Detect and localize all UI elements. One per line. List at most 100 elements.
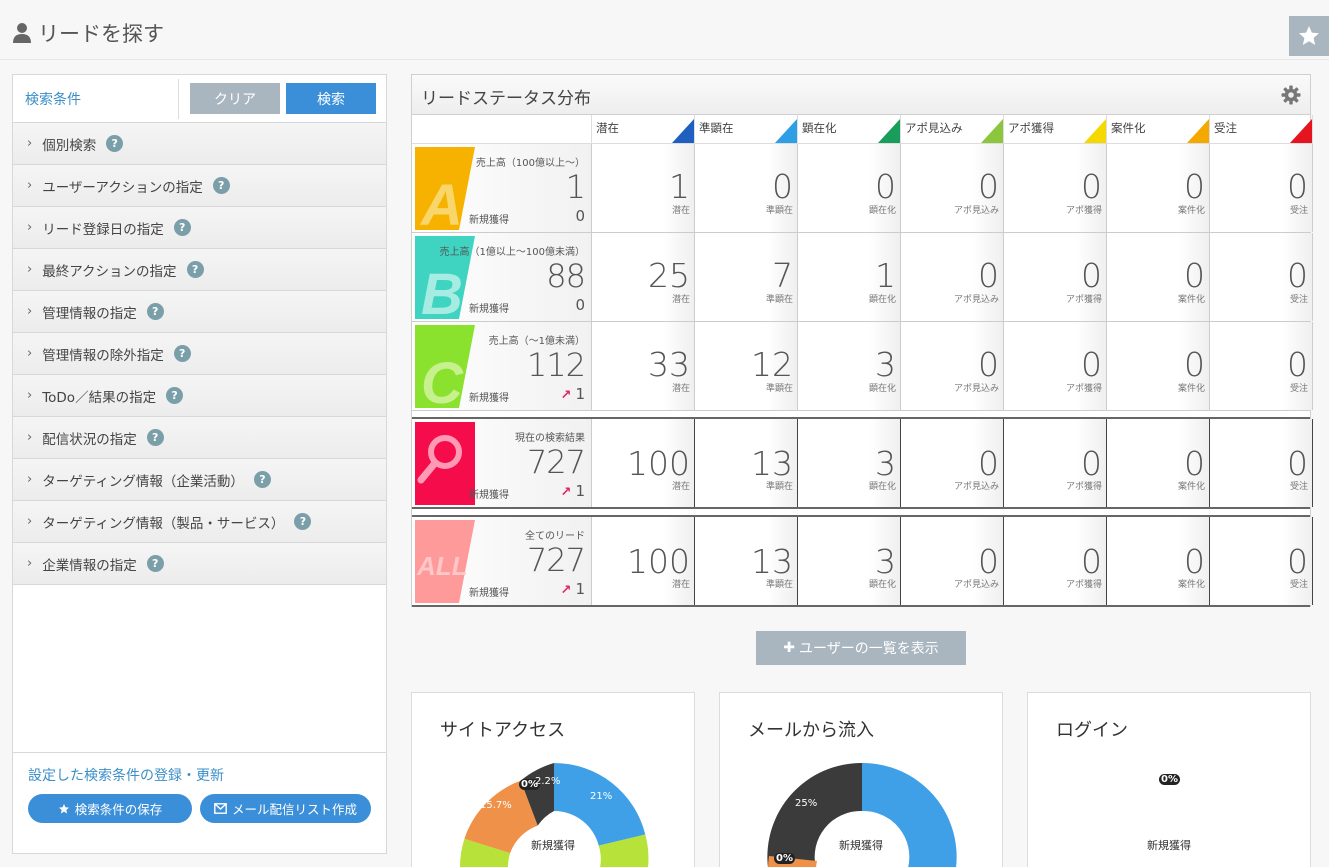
condition-item[interactable]: › ターゲティング情報（企業活動）? xyxy=(13,459,386,501)
condition-item[interactable]: › 管理情報の除外指定? xyxy=(13,333,386,375)
clear-button[interactable]: クリア xyxy=(190,83,280,114)
chevron-right-icon: › xyxy=(27,430,33,445)
help-icon[interactable]: ? xyxy=(212,177,230,194)
status-caption: アポ見込み xyxy=(953,580,999,590)
help-icon[interactable]: ? xyxy=(146,303,164,320)
help-icon[interactable]: ? xyxy=(166,387,184,404)
status-cell[interactable]: 0 アポ獲得 xyxy=(1004,144,1107,232)
status-cell[interactable]: 0 アポ見込み xyxy=(901,233,1004,321)
chevron-right-icon: › xyxy=(27,514,33,529)
status-cell[interactable]: 0 アポ見込み xyxy=(901,322,1004,410)
condition-item[interactable]: › ToDo／結果の指定? xyxy=(13,375,386,417)
status-cell[interactable]: 0 アポ見込み xyxy=(901,517,1004,605)
new-acquired-value: 0 xyxy=(575,207,585,225)
card-title: ログイン xyxy=(1056,720,1128,741)
status-cell[interactable]: 3 顕在化 xyxy=(798,322,901,410)
help-icon[interactable]: ? xyxy=(146,555,164,572)
status-cell[interactable]: 0 顕在化 xyxy=(798,144,901,232)
condition-item[interactable]: › 最終アクションの指定? xyxy=(13,249,386,291)
status-cell[interactable]: 0 受注 xyxy=(1210,144,1313,232)
status-caption: 顕在化 xyxy=(868,206,896,216)
status-cell[interactable]: 0 受注 xyxy=(1210,517,1313,605)
status-cell[interactable]: 100 潜在 xyxy=(592,517,695,605)
status-cell[interactable]: 0 案件化 xyxy=(1107,517,1210,605)
chevron-right-icon: › xyxy=(27,262,33,277)
status-row[interactable]: B 売上高（1億以上～100億未満） 88 新規獲得 0 25 潜在 7 準顕在 1 顕在化 0 アポ見… xyxy=(412,233,1313,322)
show-user-list-button[interactable]: ✚ ユーザーの一覧を表示 xyxy=(756,631,966,665)
status-cell[interactable]: 0 受注 xyxy=(1210,233,1313,321)
status-cell[interactable]: 1 潜在 xyxy=(592,144,695,232)
status-count: 0 xyxy=(1081,256,1102,295)
status-cell[interactable]: 0 受注 xyxy=(1210,322,1313,410)
new-count: 1 xyxy=(575,482,585,500)
help-icon[interactable]: ? xyxy=(146,429,164,446)
status-cell[interactable]: 33 潜在 xyxy=(592,322,695,410)
status-caption: 顕在化 xyxy=(868,482,896,492)
help-icon[interactable]: ? xyxy=(253,471,271,488)
search-button[interactable]: 検索 xyxy=(286,83,376,114)
condition-item-label: 管理情報の指定 xyxy=(42,305,137,322)
status-row[interactable]: A 売上高（100億以上～） 1 新規獲得 0 1 潜在 0 準顕在 0 顕在化 0 アポ見込み 0 アポ獲… xyxy=(412,144,1313,233)
status-caption: 受注 xyxy=(1289,206,1308,216)
status-cell[interactable]: 0 案件化 xyxy=(1107,233,1210,321)
status-caption: アポ獲得 xyxy=(1065,206,1102,216)
status-cell[interactable]: 1 顕在化 xyxy=(798,233,901,321)
status-cell[interactable]: 0 案件化 xyxy=(1107,322,1210,410)
status-cell[interactable]: 25 潜在 xyxy=(592,233,695,321)
rank-letter: B xyxy=(421,262,463,319)
status-cell[interactable]: 0 案件化 xyxy=(1107,419,1210,507)
save-conditions-button[interactable]: 検索条件の保存 xyxy=(28,794,192,823)
condition-item[interactable]: › リード登録日の指定? xyxy=(13,207,386,249)
status-cell[interactable]: 0 アポ獲得 xyxy=(1004,419,1107,507)
gear-icon[interactable] xyxy=(1281,85,1301,105)
new-acquired-label: 新規獲得 xyxy=(469,588,509,599)
condition-item[interactable]: › 管理情報の指定? xyxy=(13,291,386,333)
condition-item[interactable]: › ユーザーアクションの指定? xyxy=(13,165,386,207)
status-cell[interactable]: 0 アポ獲得 xyxy=(1004,322,1107,410)
status-caption: 案件化 xyxy=(1177,384,1205,394)
favorite-button[interactable] xyxy=(1289,16,1329,56)
status-cell[interactable]: 0 受注 xyxy=(1210,419,1313,507)
condition-item[interactable]: › ターゲティング情報（製品・サービス）? xyxy=(13,501,386,543)
help-icon[interactable]: ? xyxy=(294,513,312,530)
status-cell[interactable]: 13 準顕在 xyxy=(695,419,798,507)
status-cell[interactable]: 12 準顕在 xyxy=(695,322,798,410)
status-cell[interactable]: 3 顕在化 xyxy=(798,419,901,507)
status-row[interactable]: 現在の検索結果 727 新規獲得 ↗ 1 100 潜在 13 準顕在 3 顕在化 0 アポ見込み 0 アポ獲… xyxy=(412,417,1313,509)
page-title: リードを探す xyxy=(12,18,164,48)
create-mail-list-label: メール配信リスト作成 xyxy=(231,802,357,817)
column-header-label: 潜在 xyxy=(596,121,619,135)
help-icon[interactable]: ? xyxy=(173,219,191,236)
condition-item[interactable]: › 企業情報の指定? xyxy=(13,543,386,585)
register-conditions-link[interactable]: 設定した検索条件の登録・更新 xyxy=(28,765,224,785)
new-count: 1 xyxy=(575,385,585,403)
status-caption: 受注 xyxy=(1289,482,1308,492)
help-icon[interactable]: ? xyxy=(173,345,191,362)
status-cell[interactable]: 100 潜在 xyxy=(592,419,695,507)
status-row[interactable]: ALL 全てのリード 727 新規獲得 ↗ 1 100 潜在 13 準顕在 3 顕在化 0 アポ見込み 0 ア… xyxy=(412,515,1313,607)
help-icon[interactable]: ? xyxy=(186,261,204,278)
rank-badge: A xyxy=(415,147,475,230)
condition-item[interactable]: › 配信状況の指定? xyxy=(13,417,386,459)
status-count: 1 xyxy=(669,167,690,206)
help-icon[interactable]: ? xyxy=(106,135,124,152)
data-label: 2.2% xyxy=(535,776,561,787)
plus-icon: ✚ xyxy=(783,640,795,656)
status-cell[interactable]: 0 準顕在 xyxy=(695,144,798,232)
status-cell[interactable]: 0 アポ見込み xyxy=(901,419,1004,507)
status-cell[interactable]: 0 アポ見込み xyxy=(901,144,1004,232)
status-caption: 潜在 xyxy=(671,384,690,394)
status-count: 7 xyxy=(772,256,793,295)
new-acquired-value: ↗ 1 xyxy=(561,482,585,500)
condition-item[interactable]: › 個別検索? xyxy=(13,123,386,165)
status-caption: 受注 xyxy=(1289,384,1308,394)
status-cell[interactable]: 3 顕在化 xyxy=(798,517,901,605)
new-acquired-label: 新規獲得 xyxy=(469,490,509,501)
status-cell[interactable]: 0 アポ獲得 xyxy=(1004,233,1107,321)
status-cell[interactable]: 7 準顕在 xyxy=(695,233,798,321)
create-mail-list-button[interactable]: メール配信リスト作成 xyxy=(200,794,371,823)
status-cell[interactable]: 0 アポ獲得 xyxy=(1004,517,1107,605)
status-row[interactable]: C 売上高（～1億未満） 112 新規獲得 ↗ 1 33 潜在 12 準顕在 3 顕在化 0 アポ見込み 0… xyxy=(412,322,1313,411)
status-cell[interactable]: 13 準顕在 xyxy=(695,517,798,605)
status-cell[interactable]: 0 案件化 xyxy=(1107,144,1210,232)
